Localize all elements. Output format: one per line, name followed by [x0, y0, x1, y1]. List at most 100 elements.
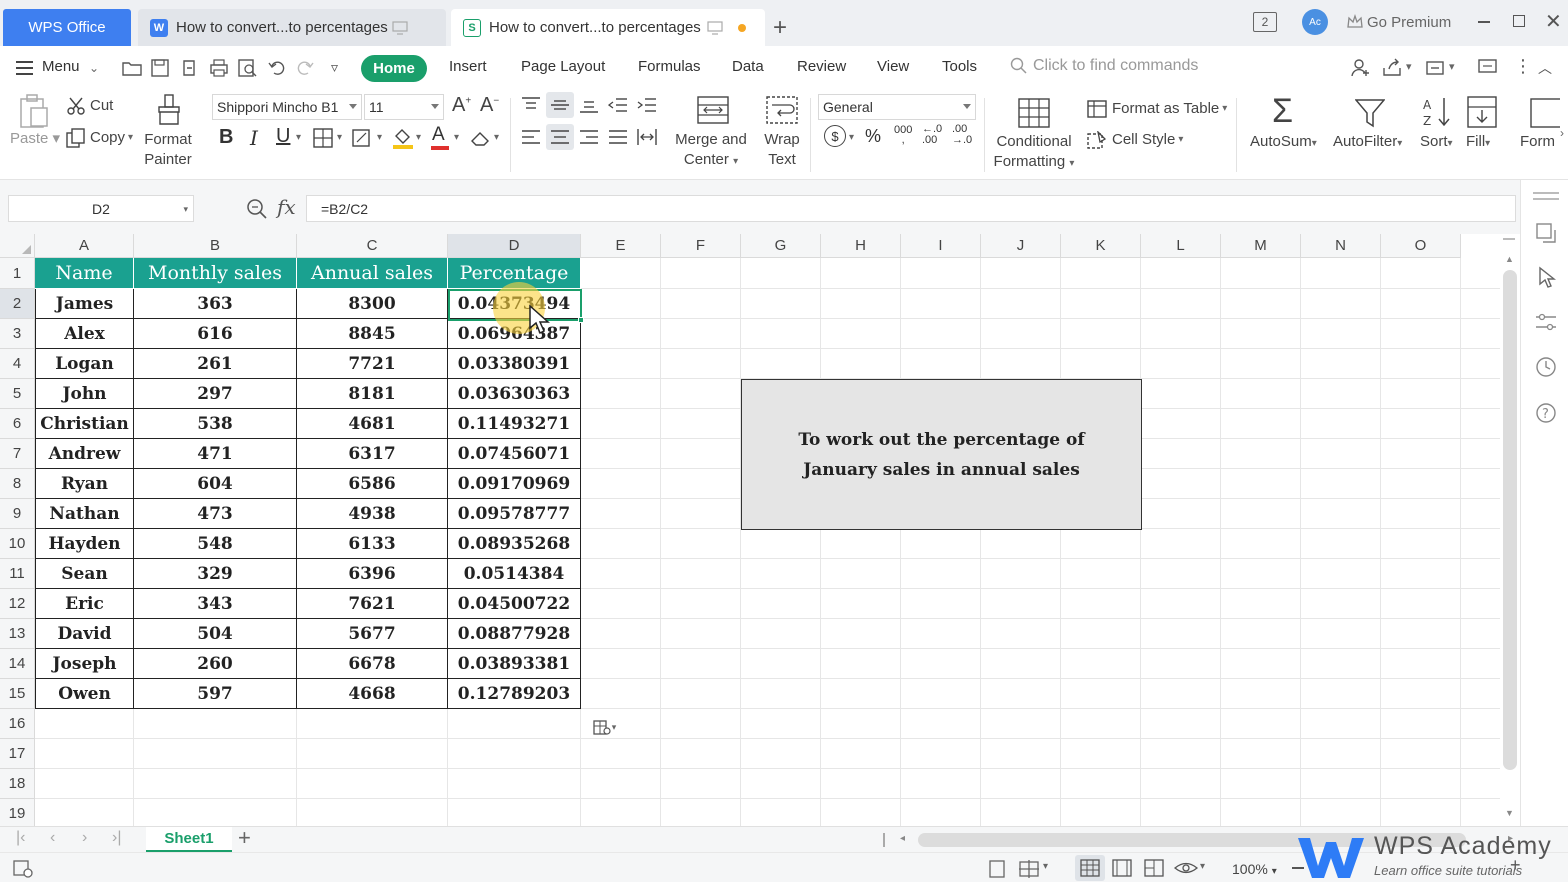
tab-home[interactable]: Home — [361, 55, 427, 82]
justify-icon[interactable] — [608, 128, 628, 146]
scroll-left-icon[interactable]: ◂ — [900, 833, 905, 844]
paste-options-button[interactable]: ▾ — [586, 716, 622, 738]
decrease-font-icon[interactable]: A− — [480, 94, 499, 117]
scroll-up-icon[interactable]: ▲ — [1505, 254, 1514, 264]
cell-name[interactable]: Logan — [35, 349, 134, 379]
cell-monthly-sales[interactable]: 343 — [134, 589, 297, 619]
name-box[interactable]: D2 ▾ — [8, 195, 194, 222]
cell-monthly-sales[interactable]: 538 — [134, 409, 297, 439]
fill-down-icon[interactable] — [1467, 96, 1497, 128]
row-header-5[interactable]: 5 — [0, 379, 35, 409]
align-right-icon[interactable] — [579, 128, 599, 146]
collapse-ribbon-icon[interactable]: ︿ — [1538, 58, 1552, 78]
increase-font-icon[interactable]: A+ — [452, 94, 471, 117]
insert-function-icon[interactable]: fx — [277, 195, 296, 219]
cell-name[interactable]: Hayden — [35, 529, 134, 559]
print-icon[interactable] — [209, 59, 229, 77]
cell-name[interactable]: John — [35, 379, 134, 409]
convert-icon[interactable] — [1535, 222, 1557, 244]
column-header-i[interactable]: I — [901, 234, 981, 258]
cell-monthly-sales[interactable]: 548 — [134, 529, 297, 559]
cell-percentage[interactable]: 0.04500722 — [448, 589, 581, 619]
conditional-formatting-icon[interactable] — [1018, 98, 1050, 128]
header-cell-percentage[interactable]: Percentage — [448, 258, 581, 289]
column-header-j[interactable]: J — [981, 234, 1061, 258]
format-painter-icon[interactable] — [156, 94, 182, 126]
cell-name[interactable]: Eric — [35, 589, 134, 619]
cell-monthly-sales[interactable]: 504 — [134, 619, 297, 649]
cell-name[interactable]: Nathan — [35, 499, 134, 529]
export-icon[interactable] — [180, 59, 198, 77]
cell-name[interactable]: Andrew — [35, 439, 134, 469]
cell-name[interactable]: Ryan — [35, 469, 134, 499]
wrap-text-button[interactable]: Wrap Text — [760, 130, 804, 170]
filter-icon[interactable] — [1355, 98, 1385, 128]
cell-percentage[interactable]: 0.08935268 — [448, 529, 581, 559]
tab-insert[interactable]: Insert — [449, 58, 487, 75]
row-header-16[interactable]: 16 — [0, 709, 35, 739]
align-top-icon[interactable] — [521, 96, 541, 114]
undo-icon[interactable] — [268, 59, 286, 77]
sync-dropdown-icon[interactable]: ▾ — [1449, 60, 1455, 73]
fill-button[interactable]: Fill▾ — [1466, 132, 1490, 154]
wrap-text-icon[interactable] — [766, 96, 798, 124]
cell-annual-sales[interactable]: 4668 — [297, 679, 448, 709]
cell-monthly-sales[interactable]: 329 — [134, 559, 297, 589]
row-header-10[interactable]: 10 — [0, 529, 35, 559]
column-header-m[interactable]: M — [1221, 234, 1301, 258]
format-painter-button[interactable]: Format Painter — [138, 130, 198, 170]
font-size-select[interactable]: 11 — [364, 94, 444, 120]
window-switch-icon[interactable]: 2 — [1253, 12, 1277, 32]
row-header-18[interactable]: 18 — [0, 769, 35, 799]
new-tab-plus-icon[interactable]: + — [773, 14, 787, 42]
row-header-13[interactable]: 13 — [0, 619, 35, 649]
history-icon[interactable] — [1535, 356, 1557, 378]
select-all-corner[interactable] — [0, 234, 35, 258]
cell-name[interactable]: Joseph — [35, 649, 134, 679]
thousands-separator-icon[interactable]: 000, — [894, 125, 912, 146]
vertical-scrollbar[interactable]: ▲ ▼ — [1500, 234, 1520, 826]
column-header-f[interactable]: F — [661, 234, 741, 258]
cell-annual-sales[interactable]: 6133 — [297, 529, 448, 559]
row-header-3[interactable]: 3 — [0, 319, 35, 349]
add-user-icon[interactable] — [1350, 58, 1370, 78]
fill-color-icon[interactable] — [392, 126, 414, 150]
redo-icon[interactable] — [296, 59, 314, 77]
copy-button[interactable]: Copy ▾ — [66, 128, 133, 148]
borders-icon[interactable] — [313, 128, 333, 148]
currency-icon[interactable]: $ — [824, 125, 846, 147]
cell-percentage[interactable]: 0.04373494 — [448, 289, 581, 319]
cell-percentage[interactable]: 0.07456071 — [448, 439, 581, 469]
sigma-icon[interactable]: Σ — [1272, 92, 1293, 131]
fill-handle[interactable] — [578, 317, 584, 323]
row-header-12[interactable]: 12 — [0, 589, 35, 619]
font-name-select[interactable]: Shippori Mincho B1 — [212, 94, 362, 120]
share-icon[interactable] — [1382, 58, 1404, 78]
font-color-icon[interactable]: A — [432, 124, 445, 146]
autosum-button[interactable]: AutoSum▾ — [1250, 132, 1317, 154]
column-header-h[interactable]: H — [821, 234, 901, 258]
row-header-6[interactable]: 6 — [0, 409, 35, 439]
tab-view[interactable]: View — [877, 58, 909, 75]
cell-percentage[interactable]: 0.03630363 — [448, 379, 581, 409]
cell-annual-sales[interactable]: 4681 — [297, 409, 448, 439]
underline-icon[interactable]: U — [276, 125, 290, 148]
avatar[interactable]: Ac — [1302, 9, 1328, 35]
print-preview-icon[interactable] — [238, 59, 258, 77]
sheet-tab-sheet1[interactable]: Sheet1 — [146, 827, 232, 852]
tab-sheet-doc[interactable]: S How to convert...to percentages — [451, 9, 765, 46]
column-header-l[interactable]: L — [1141, 234, 1221, 258]
cell-monthly-sales[interactable]: 471 — [134, 439, 297, 469]
cell-percentage[interactable]: 0.09170969 — [448, 469, 581, 499]
paste-button[interactable]: Paste ▾ — [10, 129, 60, 149]
cell-percentage[interactable]: 0.12789203 — [448, 679, 581, 709]
cell-annual-sales[interactable]: 4938 — [297, 499, 448, 529]
cell-percentage[interactable]: 0.09578777 — [448, 499, 581, 529]
tab-data[interactable]: Data — [732, 58, 764, 75]
zoom-level[interactable]: 100% ▾ — [1232, 861, 1277, 877]
minimize-icon[interactable] — [1478, 21, 1490, 23]
wps-office-tab[interactable]: WPS Office — [3, 9, 131, 46]
column-header-o[interactable]: O — [1381, 234, 1461, 258]
cell-name[interactable]: Alex — [35, 319, 134, 349]
cell-style-button[interactable]: Cell Style ▾ — [1087, 130, 1183, 150]
